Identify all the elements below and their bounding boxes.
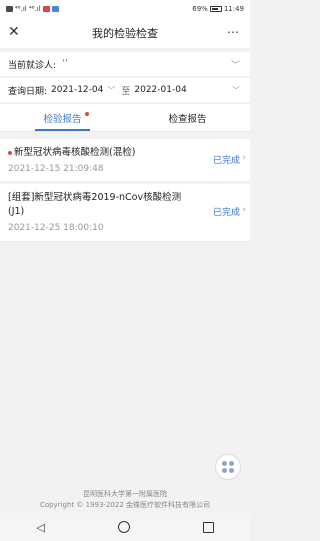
start-date-chevron-icon: ﹀: [107, 85, 116, 95]
date-label: 查询日期:: [8, 86, 48, 97]
chevron-right-icon: ›: [242, 153, 246, 163]
report-item[interactable]: [组套]新型冠状病毒2019-nCov核酸检测(J1) 2021-12-25 1…: [0, 184, 250, 242]
end-date-chevron-icon: ﹀: [232, 85, 240, 95]
report-item[interactable]: 新型冠状病毒核酸检测(混检) 2021-12-15 21:09:48 已完成 ›: [0, 139, 250, 182]
clock: 11:49: [223, 5, 244, 13]
copyright: Copyright © 1993-2022 金蝶医疗软件科技有限公司: [39, 501, 211, 509]
recent-apps-icon[interactable]: [202, 521, 214, 533]
hospital-name: 昆明医科大学第一附属医院: [83, 490, 167, 498]
unread-dot: [8, 150, 12, 155]
tab-label: 检验报告: [43, 113, 82, 125]
report-tabs: 检验报告 检查报告: [0, 104, 250, 132]
battery-icon: [209, 6, 222, 12]
system-navbar: ◁: [0, 513, 250, 541]
battery-percent: 69%: [192, 5, 208, 13]
page-title: 我的检验检查: [92, 27, 158, 40]
start-date[interactable]: 2021-12-04: [51, 85, 103, 95]
tab-lab-reports[interactable]: 检验报告: [0, 104, 125, 131]
red-app-icon: [42, 6, 50, 12]
date-to-label: 至: [121, 86, 131, 97]
apps-icon: [222, 461, 234, 473]
floating-menu-button[interactable]: [215, 454, 241, 480]
status-bar: ⁴⁶.ıl ⁴⁶.ıl 69% 11:49: [0, 0, 250, 18]
more-icon[interactable]: ⋯: [227, 25, 240, 39]
app-notification-icon: [6, 6, 13, 12]
chevron-down-icon: ﹀: [230, 60, 240, 71]
unread-dot: [85, 112, 89, 116]
chevron-right-icon: ›: [242, 205, 246, 215]
home-icon[interactable]: [117, 521, 130, 533]
patient-selector[interactable]: 当前就诊人: ʼʼ ﹀: [0, 52, 250, 76]
patient-value: ʼʼ: [62, 59, 68, 69]
tab-label: 检查报告: [168, 113, 207, 125]
report-status: 已完成: [212, 208, 240, 218]
report-name: 新型冠状病毒核酸检测(混检): [8, 146, 242, 160]
back-icon[interactable]: ◁: [36, 521, 44, 534]
report-time: 2021-12-15 21:09:48: [8, 164, 104, 174]
status-left: ⁴⁶.ıl ⁴⁶.ıl: [6, 5, 59, 13]
signal-text: ⁴⁶.ıl ⁴⁶.ıl: [15, 5, 41, 13]
date-filter: 查询日期: 2021-12-04 ﹀ 至 2022-01-04 ﹀: [0, 78, 250, 102]
end-date[interactable]: 2022-01-04: [134, 85, 186, 95]
footer: 昆明医科大学第一附属医院 Copyright © 1993-2022 金蝶医疗软…: [0, 489, 250, 511]
close-icon[interactable]: ✕: [8, 25, 20, 39]
patient-label: 当前就诊人:: [8, 60, 57, 71]
blue-app-icon: [51, 6, 59, 12]
status-right: 69% 11:49: [192, 5, 244, 13]
title-bar: ✕ 我的检验检查 ⋯: [0, 18, 250, 48]
report-status: 已完成: [212, 156, 240, 166]
report-name: [组套]新型冠状病毒2019-nCov核酸检测(J1): [8, 192, 182, 217]
tab-exam-reports[interactable]: 检查报告: [125, 104, 250, 131]
report-time: 2021-12-25 18:00:10: [8, 223, 104, 233]
